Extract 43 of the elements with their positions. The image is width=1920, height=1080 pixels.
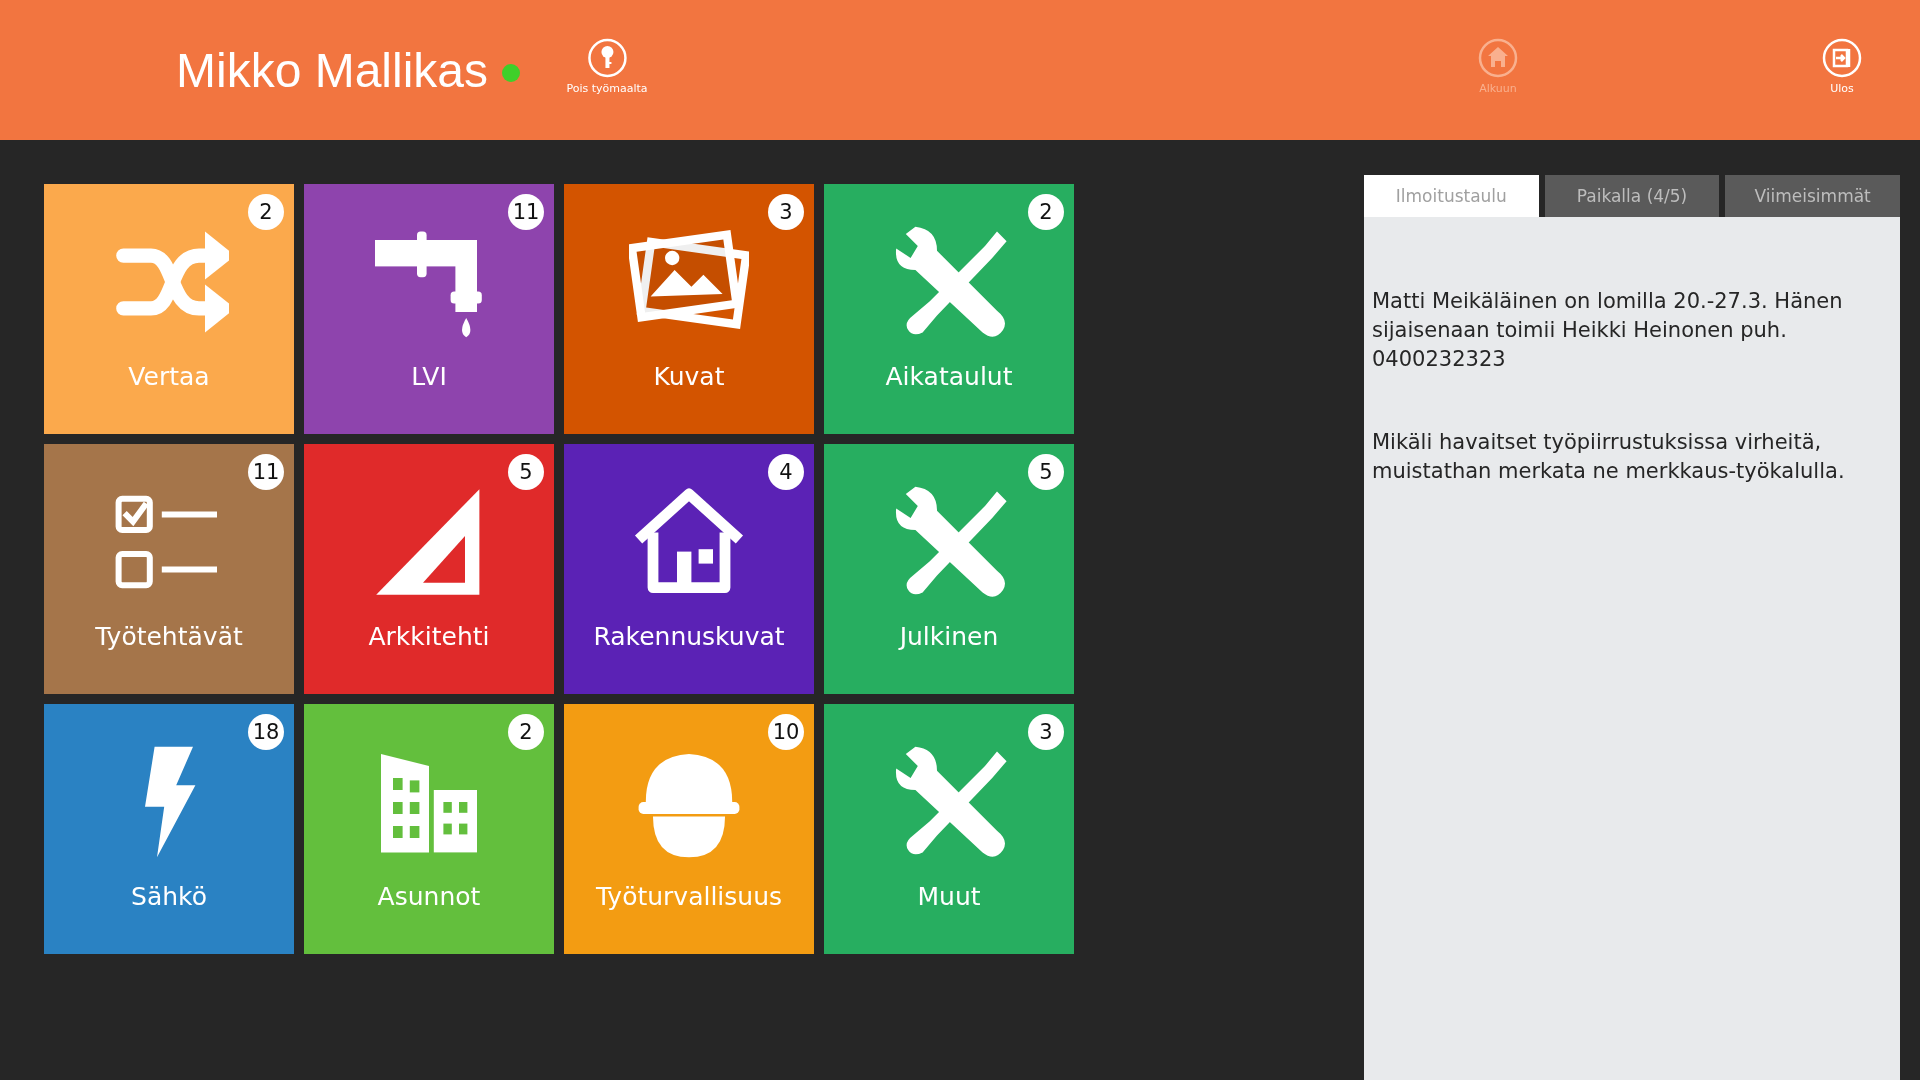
count-badge: 11 — [248, 454, 284, 490]
count-badge: 11 — [508, 194, 544, 230]
count-badge: 5 — [508, 454, 544, 490]
app-tile[interactable]: LVI 11 — [304, 184, 554, 434]
home-icon — [1478, 38, 1518, 78]
count-badge: 10 — [768, 714, 804, 750]
app-tile[interactable]: Vertaa 2 — [44, 184, 294, 434]
triangle-ruler-icon — [376, 489, 480, 595]
exit-icon — [1822, 38, 1862, 78]
building-icon — [381, 754, 477, 853]
key-icon — [587, 38, 627, 78]
app-tile[interactable]: Julkinen 5 — [824, 444, 1074, 694]
app-tile[interactable]: Työturvallisuus 10 — [564, 704, 814, 954]
count-badge: 2 — [1028, 194, 1064, 230]
app-tile[interactable]: Muut 3 — [824, 704, 1074, 954]
notice-text: Matti Meikäläinen on lomilla 20.-27.3. Hänen sijaisenaan toimii Heikki Heinonen puh. 0400232323 — [1372, 288, 1844, 373]
panel-tab[interactable]: Viimeisimmät — [1725, 175, 1900, 217]
wrench-screwdriver-icon — [895, 486, 1007, 597]
hard-hat-icon — [638, 754, 740, 858]
app-tile[interactable]: Työtehtävät 11 — [44, 444, 294, 694]
app-tile[interactable]: Aikataulut 2 — [824, 184, 1074, 434]
app-tile[interactable]: Asunnot 2 — [304, 704, 554, 954]
water-tap-icon — [375, 231, 482, 338]
wrench-screwdriver-icon — [895, 226, 1007, 337]
panel-tab[interactable]: Paikalla (4/5) — [1544, 175, 1720, 217]
count-badge: 5 — [1028, 454, 1064, 490]
count-badge: 4 — [768, 454, 804, 490]
notice-text: Mikäli havaitset työpiirrustuksissa virheitä, muistathan merkata ne merkkaus-työkalulla. — [1372, 429, 1846, 485]
lightning-bolt-icon — [145, 746, 196, 858]
house-icon — [634, 488, 744, 593]
app-tile[interactable]: Rakennuskuvat 4 — [564, 444, 814, 694]
count-badge: 2 — [508, 714, 544, 750]
checklist-icon — [115, 495, 217, 589]
user-name: Mikko Mallikas — [176, 42, 489, 98]
count-badge: 3 — [1028, 714, 1064, 750]
app-tile[interactable]: Kuvat 3 — [564, 184, 814, 434]
count-badge: 18 — [248, 714, 284, 750]
shuffle-arrows-icon — [116, 231, 229, 333]
app-tile[interactable]: Arkkitehti 5 — [304, 444, 554, 694]
count-badge: 2 — [248, 194, 284, 230]
wrench-screwdriver-icon — [895, 746, 1007, 857]
app-tile[interactable]: Sähkö 18 — [44, 704, 294, 954]
count-badge: 3 — [768, 194, 804, 230]
